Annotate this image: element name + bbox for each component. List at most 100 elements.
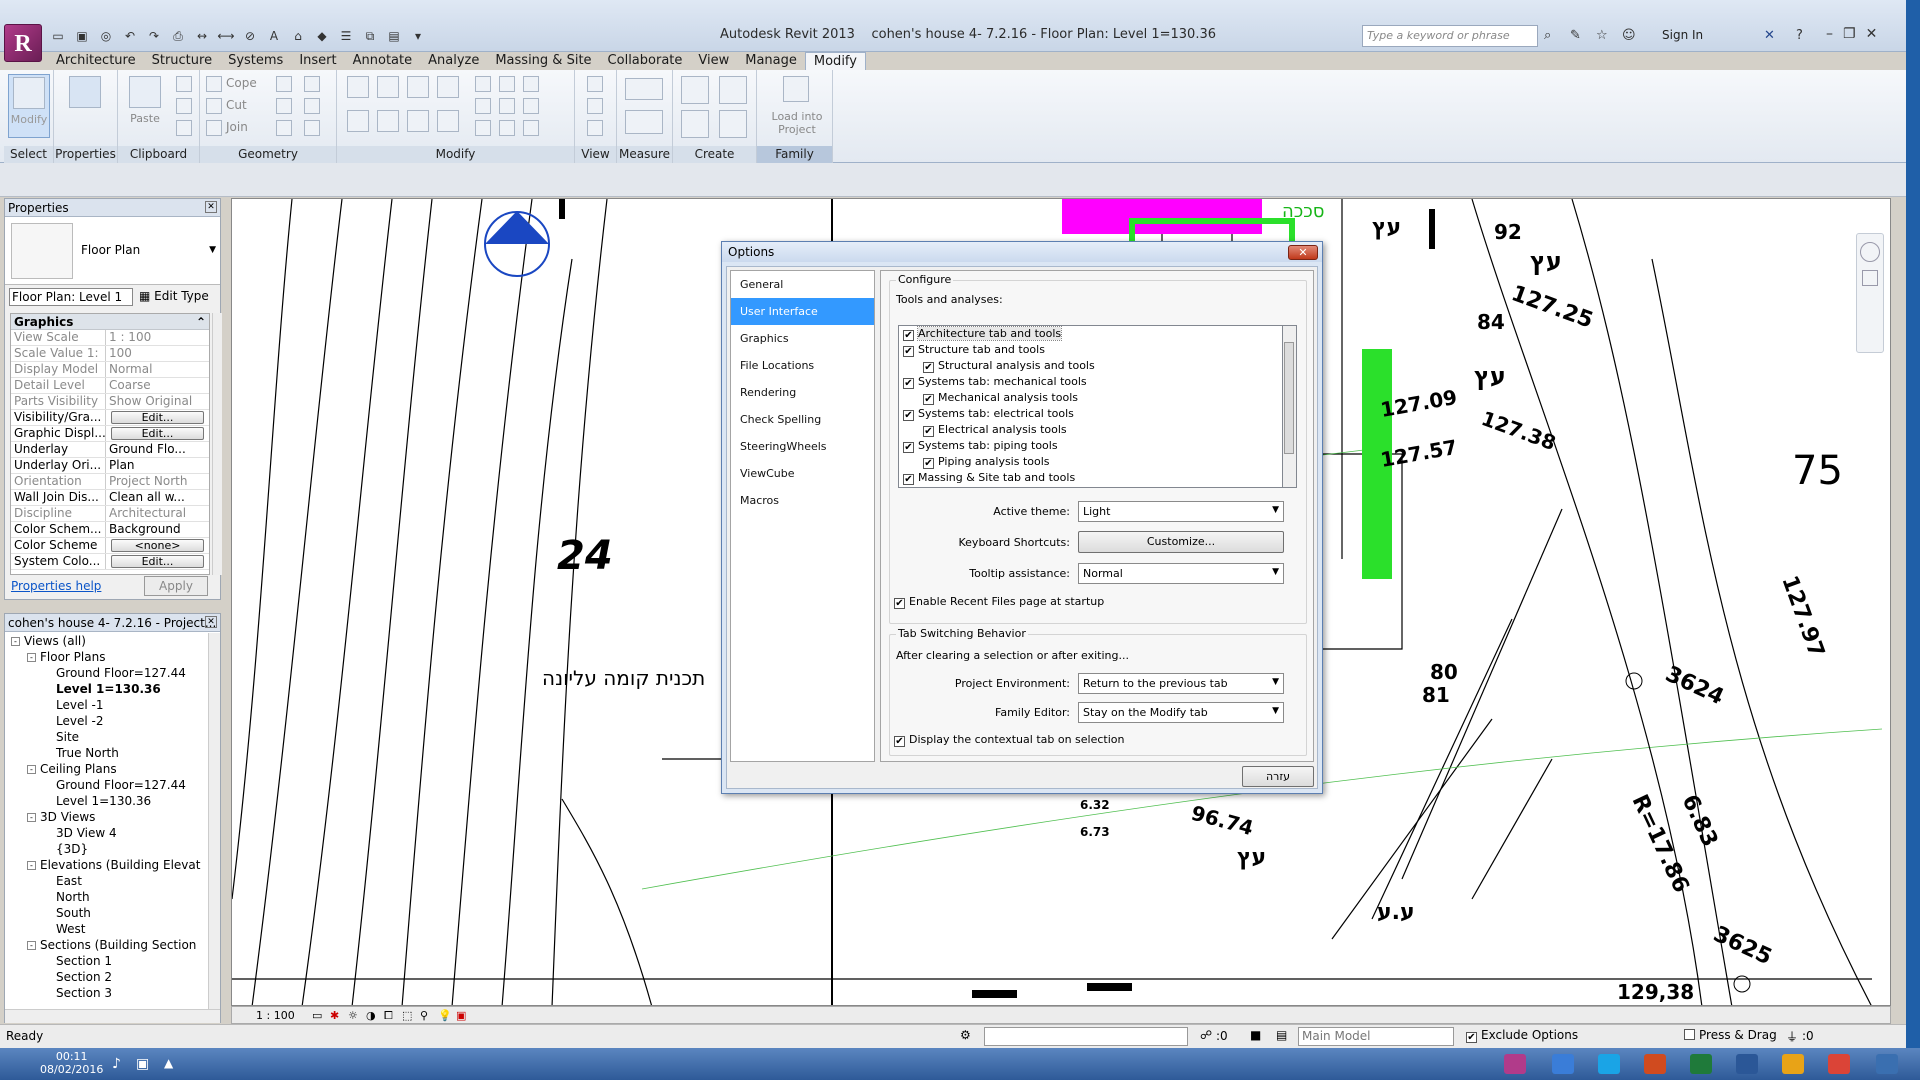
family-editor-select[interactable]: Stay on the Modify tab ▼: [1078, 702, 1284, 723]
tree-node[interactable]: Level -2: [5, 713, 208, 729]
property-value[interactable]: Ground Flo...: [106, 442, 209, 457]
measure-between-icon[interactable]: [625, 78, 663, 100]
tool-list-item[interactable]: ✔ Architecture tab and tools: [899, 326, 1282, 342]
sync-icon[interactable]: ◎: [96, 26, 116, 44]
collapse-toggle-icon[interactable]: -: [27, 861, 36, 870]
browser-hscrollbar[interactable]: [5, 1009, 220, 1023]
tree-node[interactable]: 3D View 4: [5, 825, 208, 841]
ribbon-tab-view[interactable]: View: [690, 52, 737, 70]
align-icon[interactable]: [347, 76, 369, 98]
aligned-dimension-icon[interactable]: [625, 110, 663, 134]
tool-list-item[interactable]: ✔ Systems tab: piping tools: [899, 438, 1282, 454]
excel-icon[interactable]: [1690, 1054, 1712, 1074]
collapse-icon[interactable]: ⌃: [196, 315, 206, 329]
scale-icon[interactable]: [499, 98, 515, 114]
editing-requests-icon[interactable]: ☍: [1200, 1028, 1212, 1042]
match-type-icon[interactable]: [176, 120, 192, 136]
ribbon-tab-structure[interactable]: Structure: [144, 52, 220, 70]
tree-node[interactable]: - Views (all): [5, 633, 208, 649]
tool-checkbox[interactable]: ✔: [903, 346, 914, 357]
split-icon[interactable]: [475, 76, 491, 92]
tree-node[interactable]: Level 1=130.36: [5, 681, 208, 697]
help-icon[interactable]: ?: [1796, 28, 1803, 43]
exclude-options-checkbox[interactable]: ✔ Exclude Options: [1466, 1028, 1578, 1043]
tree-node[interactable]: West: [5, 921, 208, 937]
tree-node[interactable]: North: [5, 889, 208, 905]
thin-lines-icon[interactable]: ☰: [336, 26, 356, 44]
mirror-axis-icon[interactable]: [407, 76, 429, 98]
nav-item-macros[interactable]: Macros: [731, 487, 874, 514]
tree-node[interactable]: -3D Views: [5, 809, 208, 825]
rotate-icon[interactable]: [407, 110, 429, 132]
undo-icon[interactable]: ↶: [120, 26, 140, 44]
split-face-icon[interactable]: [304, 76, 320, 92]
tool-list-item[interactable]: ✔ Electrical analysis tools: [899, 422, 1282, 438]
tree-node[interactable]: Site: [5, 729, 208, 745]
tool-list-item[interactable]: ✔ Systems tab: mechanical tools: [899, 374, 1282, 390]
revit-taskbar-icon[interactable]: [1504, 1054, 1526, 1074]
tool-list-item[interactable]: ✔ Structure tab and tools: [899, 342, 1282, 358]
move-icon[interactable]: [347, 110, 369, 132]
design-option-selector[interactable]: Main Model: [1298, 1027, 1454, 1046]
nav-item-rendering[interactable]: Rendering: [731, 379, 874, 406]
create-group-icon[interactable]: [719, 76, 747, 104]
close-icon[interactable]: ✕: [1866, 26, 1878, 42]
property-edit-button[interactable]: Edit...: [111, 555, 204, 568]
tool-checkbox[interactable]: ✔: [923, 426, 934, 437]
type-selector[interactable]: Floor Plan ▼: [5, 217, 220, 285]
tray-expand-icon[interactable]: ▲: [164, 1056, 173, 1070]
join-button[interactable]: Join: [226, 120, 248, 134]
browser-scrollbar[interactable]: [208, 633, 220, 1009]
create-parts-icon[interactable]: [681, 110, 709, 138]
pin-icon[interactable]: [523, 76, 539, 92]
shadows-icon[interactable]: ◑: [366, 1009, 376, 1022]
worksets-icon[interactable]: ⚙: [960, 1028, 971, 1042]
array-icon[interactable]: [475, 98, 491, 114]
mirror-draw-icon[interactable]: [437, 76, 459, 98]
tool-list-item[interactable]: ✔ Mechanical analysis tools: [899, 390, 1282, 406]
tree-node[interactable]: East: [5, 873, 208, 889]
close-icon[interactable]: ✕: [205, 201, 217, 213]
unjoin-icon[interactable]: [304, 120, 320, 136]
crop-view-icon[interactable]: ⧠: [384, 1009, 393, 1023]
qat-dropdown-icon[interactable]: ▾: [408, 26, 428, 44]
trim-extend-icon[interactable]: [437, 110, 459, 132]
tool-list-item[interactable]: ✔ Structural analysis and tools: [899, 358, 1282, 374]
zoom-icon[interactable]: [1862, 270, 1878, 286]
tree-node[interactable]: - Floor Plans: [5, 649, 208, 665]
unpin-icon[interactable]: [523, 98, 539, 114]
active-theme-select[interactable]: Light ▼: [1078, 501, 1284, 522]
trim-single-icon[interactable]: [475, 120, 491, 136]
collapse-toggle-icon[interactable]: -: [27, 941, 36, 950]
tag-icon[interactable]: ⊘: [240, 26, 260, 44]
nav-item-file-locations[interactable]: File Locations: [731, 352, 874, 379]
tree-node[interactable]: Section 3: [5, 985, 208, 1001]
collapse-toggle-icon[interactable]: -: [11, 637, 20, 646]
properties-scrollbar[interactable]: [212, 313, 222, 575]
chrome-icon[interactable]: [1828, 1054, 1850, 1074]
property-value[interactable]: Clean all w...: [106, 490, 209, 505]
tree-node[interactable]: South: [5, 905, 208, 921]
property-value[interactable]: Background: [106, 522, 209, 537]
ribbon-tab-analyze[interactable]: Analyze: [420, 52, 487, 70]
minimize-icon[interactable]: –: [1826, 26, 1833, 42]
properties-button[interactable]: [64, 74, 106, 138]
tree-node[interactable]: - Sections (Building Section: [5, 937, 208, 953]
sign-in-button[interactable]: Sign In: [1662, 28, 1703, 42]
view-scale[interactable]: 1 : 100: [256, 1009, 295, 1022]
property-value[interactable]: Edit...: [106, 410, 209, 425]
properties-help-link[interactable]: Properties help: [11, 579, 101, 593]
property-value[interactable]: Edit...: [106, 554, 209, 569]
print-icon[interactable]: ⎙: [168, 26, 188, 44]
tool-checkbox[interactable]: ✔: [903, 442, 914, 453]
nav-item-general[interactable]: General: [731, 271, 874, 298]
nav-item-viewcube[interactable]: ViewCube: [731, 460, 874, 487]
detail-level-icon[interactable]: ▭: [312, 1009, 322, 1022]
visual-style-icon[interactable]: ✱: [330, 1009, 339, 1022]
graphics-section[interactable]: Graphics ⌃: [11, 314, 209, 330]
close-icon[interactable]: ✕: [205, 616, 217, 628]
temporary-hide-icon[interactable]: ⚲: [420, 1009, 428, 1022]
create-assembly-icon[interactable]: [681, 76, 709, 104]
tree-node[interactable]: - Ceiling Plans: [5, 761, 208, 777]
favorites-icon[interactable]: ☆: [1596, 28, 1608, 43]
